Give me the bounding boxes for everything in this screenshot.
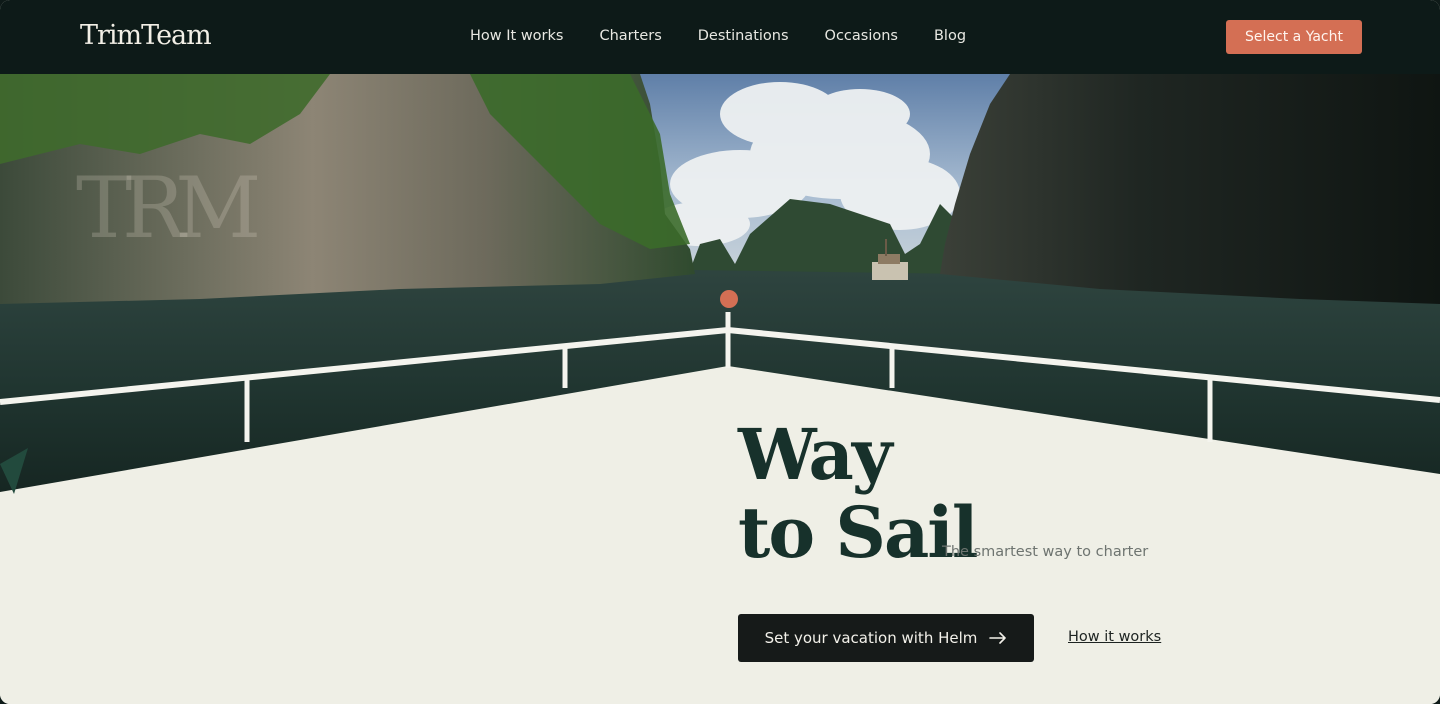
hero-subtitle: The smartest way to charter (942, 544, 1149, 560)
set-vacation-button-label: Set your vacation with Helm (764, 629, 978, 647)
right-cliff (940, 74, 1440, 304)
select-yacht-button[interactable]: Select a Yacht (1226, 20, 1362, 54)
nav-item-blog[interactable]: Blog (934, 28, 966, 44)
arrow-right-icon (989, 632, 1007, 644)
nav-item-how-it-works[interactable]: How It works (470, 28, 563, 44)
top-header: TrimTeam How It works Charters Destinati… (0, 0, 1440, 74)
nav-item-charters[interactable]: Charters (599, 28, 661, 44)
brand-watermark: TRM (76, 159, 261, 257)
main-nav: How It works Charters Destinations Occas… (470, 28, 966, 44)
hero-title: Way to Sail (738, 413, 978, 574)
hero-title-line-1: Way (738, 413, 893, 496)
hero-title-line-2: to Sail (738, 491, 978, 574)
bow-marker (720, 290, 738, 308)
brand-logo[interactable]: TrimTeam (80, 20, 212, 51)
set-vacation-button[interactable]: Set your vacation with Helm (738, 614, 1034, 662)
how-it-works-link[interactable]: How it works (1068, 629, 1161, 645)
nav-item-occasions[interactable]: Occasions (825, 28, 898, 44)
page: TrimTeam How It works Charters Destinati… (0, 0, 1440, 704)
nav-item-destinations[interactable]: Destinations (698, 28, 789, 44)
